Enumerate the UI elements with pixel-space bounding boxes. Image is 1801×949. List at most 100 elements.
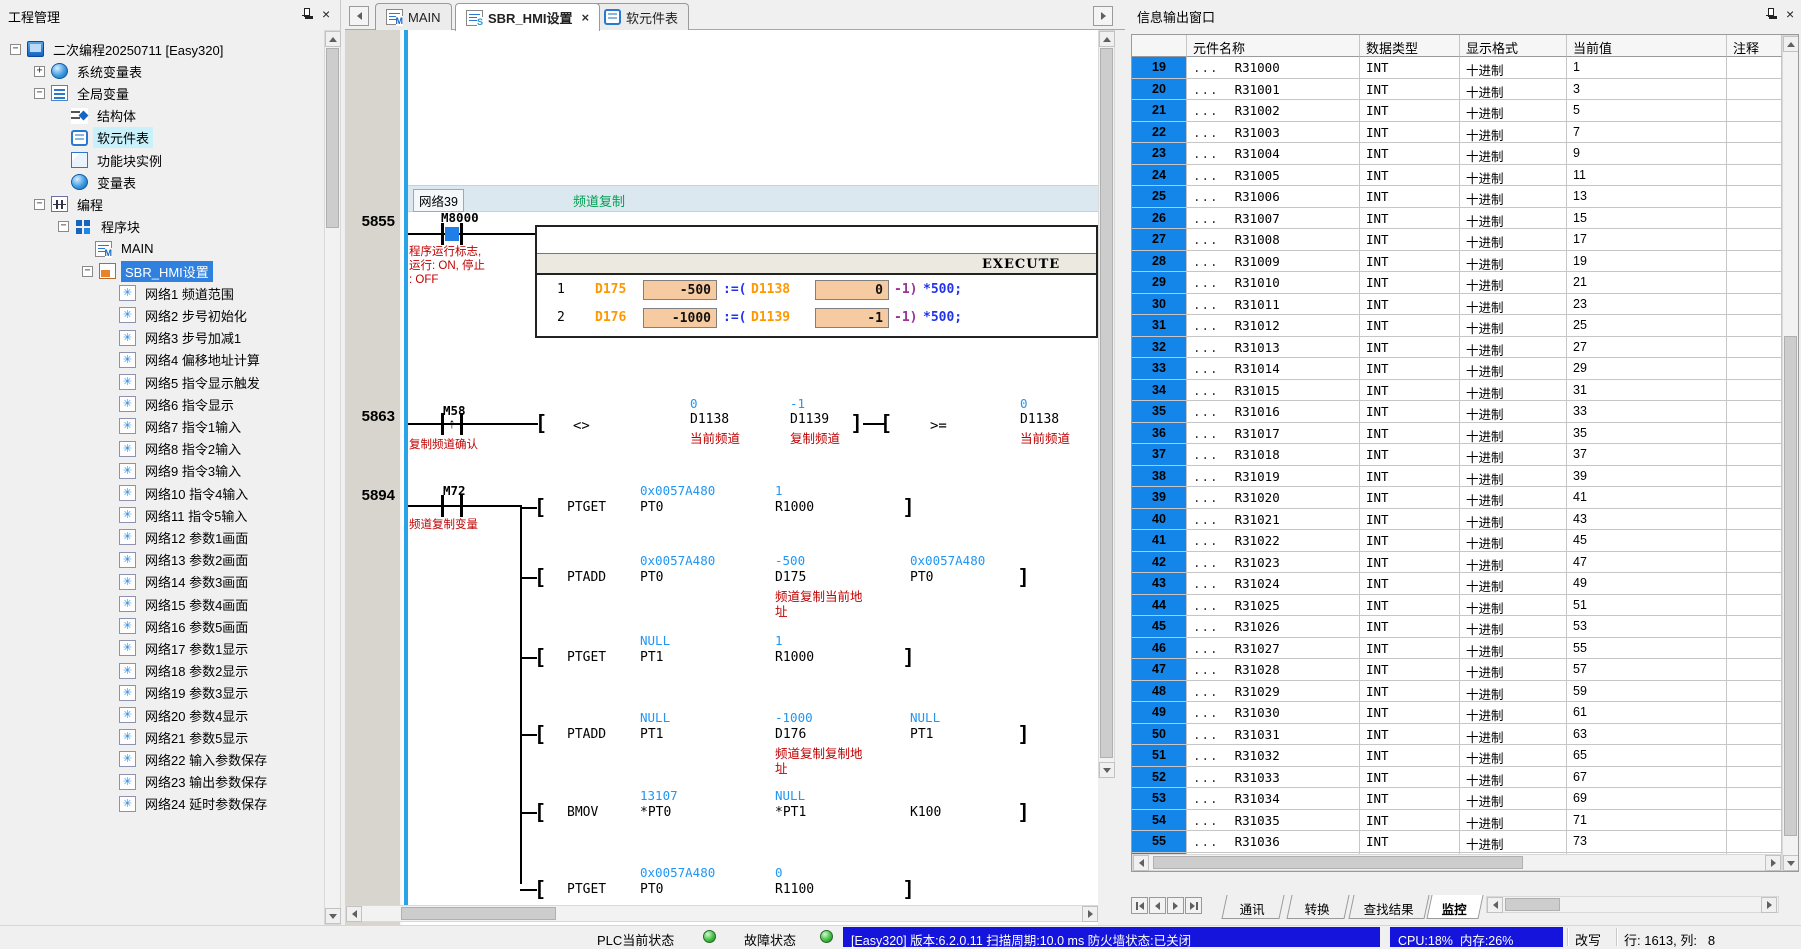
table-row[interactable]: 51...R31032INT十进制65 — [1132, 745, 1782, 767]
tree-item-29[interactable]: ✳网络19 参数3显示 — [0, 682, 324, 704]
table-row[interactable]: 19...R31000INT十进制1 — [1132, 57, 1782, 79]
tree-item-11[interactable]: ✳网络1 频道范围 — [0, 282, 324, 304]
arg-operand[interactable]: PT0 — [640, 570, 663, 585]
table-row[interactable]: 31...R31012INT十进制25 — [1132, 315, 1782, 337]
tree-item-6[interactable]: 变量表 — [0, 171, 324, 193]
tree-item-9[interactable]: MAIN — [0, 238, 324, 260]
scrollbar-thumb[interactable] — [1100, 48, 1113, 758]
scrollbar-thumb[interactable] — [326, 48, 339, 228]
tree-item-17[interactable]: ✳网络7 指令1输入 — [0, 415, 324, 437]
compare-b-operand[interactable]: D1139 — [790, 412, 829, 427]
tree-item-32[interactable]: ✳网络22 输入参数保存 — [0, 748, 324, 770]
arg-operand[interactable]: R1000 — [775, 650, 814, 665]
table-row[interactable]: 42...R31023INT十进制47 — [1132, 552, 1782, 574]
ellipsis-icon[interactable]: ... — [1193, 619, 1219, 634]
scroll-left-button[interactable] — [346, 906, 362, 922]
table-row[interactable]: 36...R31017INT十进制35 — [1132, 423, 1782, 445]
tree-expander[interactable]: − — [10, 44, 21, 55]
table-row[interactable]: 48...R31029INT十进制59 — [1132, 681, 1782, 703]
contact-m58[interactable]: ↑ — [441, 413, 463, 435]
tree-item-22[interactable]: ✳网络12 参数1画面 — [0, 526, 324, 548]
table-row[interactable]: 43...R31024INT十进制49 — [1132, 573, 1782, 595]
table-vertical-scrollbar[interactable] — [1782, 35, 1799, 871]
arg-operand[interactable]: PT1 — [640, 727, 663, 742]
arg-operand[interactable]: *PT0 — [640, 805, 671, 820]
table-row[interactable]: 25...R31006INT十进制13 — [1132, 186, 1782, 208]
ladder-editor[interactable]: 网络39 频道复制 585558635894M8000程序运行标志, 运行: O… — [345, 30, 1098, 925]
next-tab-button[interactable] — [1167, 897, 1184, 914]
ellipsis-icon[interactable]: ... — [1193, 103, 1219, 118]
ellipsis-icon[interactable]: ... — [1193, 318, 1219, 333]
table-row[interactable]: 35...R31016INT十进制33 — [1132, 401, 1782, 423]
table-row[interactable]: 46...R31027INT十进制55 — [1132, 638, 1782, 660]
table-row[interactable]: 39...R31020INT十进制41 — [1132, 487, 1782, 509]
network-header[interactable]: 网络39 频道复制 — [408, 185, 1098, 212]
column-header-显示格式[interactable]: 显示格式 — [1460, 35, 1567, 57]
scrollbar-thumb[interactable] — [1784, 336, 1797, 836]
table-row[interactable]: 50...R31031INT十进制63 — [1132, 724, 1782, 746]
table-row[interactable]: 27...R31008INT十进制17 — [1132, 229, 1782, 251]
ellipsis-icon[interactable]: ... — [1193, 232, 1219, 247]
ellipsis-icon[interactable]: ... — [1193, 641, 1219, 656]
scrollbar-thumb[interactable] — [1153, 856, 1523, 869]
tree-item-19[interactable]: ✳网络9 指令3输入 — [0, 460, 324, 482]
ellipsis-icon[interactable]: ... — [1193, 598, 1219, 613]
ellipsis-icon[interactable]: ... — [1193, 60, 1219, 75]
tree-item-23[interactable]: ✳网络13 参数2画面 — [0, 549, 324, 571]
ellipsis-icon[interactable]: ... — [1193, 146, 1219, 161]
tree-expander[interactable]: + — [34, 66, 45, 77]
ellipsis-icon[interactable]: ... — [1193, 275, 1219, 290]
ellipsis-icon[interactable]: ... — [1193, 705, 1219, 720]
arg-operand[interactable]: R1100 — [775, 882, 814, 897]
tree-expander[interactable]: − — [82, 266, 93, 277]
ellipsis-icon[interactable]: ... — [1193, 770, 1219, 785]
table-row[interactable]: 28...R31009INT十进制19 — [1132, 251, 1782, 273]
close-icon[interactable]: × — [1786, 8, 1794, 20]
ellipsis-icon[interactable]: ... — [1193, 662, 1219, 677]
table-row[interactable]: 20...R31001INT十进制3 — [1132, 79, 1782, 101]
contact-m72[interactable] — [441, 495, 463, 517]
tree-item-24[interactable]: ✳网络14 参数3画面 — [0, 571, 324, 593]
tree-item-25[interactable]: ✳网络15 参数4画面 — [0, 593, 324, 615]
table-row[interactable]: 37...R31018INT十进制37 — [1132, 444, 1782, 466]
ellipsis-icon[interactable]: ... — [1193, 361, 1219, 376]
tree-item-3[interactable]: 结构体 — [0, 105, 324, 127]
tree-item-27[interactable]: ✳网络17 参数1显示 — [0, 637, 324, 659]
ellipsis-icon[interactable]: ... — [1193, 813, 1219, 828]
ellipsis-icon[interactable]: ... — [1193, 340, 1219, 355]
table-row[interactable]: 21...R31002INT十进制5 — [1132, 100, 1782, 122]
ellipsis-icon[interactable]: ... — [1193, 512, 1219, 527]
tree-item-1[interactable]: +系统变量表 — [0, 60, 324, 82]
table-row[interactable]: 32...R31013INT十进制27 — [1132, 337, 1782, 359]
ellipsis-icon[interactable]: ... — [1193, 383, 1219, 398]
table-row[interactable]: 26...R31007INT十进制15 — [1132, 208, 1782, 230]
tree-item-12[interactable]: ✳网络2 步号初始化 — [0, 304, 324, 326]
table-row[interactable]: 24...R31005INT十进制11 — [1132, 165, 1782, 187]
output-tab-转换[interactable]: 转换 — [1286, 895, 1349, 919]
tree-item-10[interactable]: −SBR_HMI设置 — [0, 260, 324, 282]
scrollbar-thumb[interactable] — [401, 907, 556, 920]
output-tab-查找结果[interactable]: 查找结果 — [1348, 895, 1429, 919]
column-header-注释[interactable]: 注释 — [1727, 35, 1782, 57]
ellipsis-icon[interactable]: ... — [1193, 576, 1219, 591]
tabs-scroll-right-button[interactable] — [1093, 6, 1113, 26]
tree-expander[interactable]: − — [34, 199, 45, 210]
ellipsis-icon[interactable]: ... — [1193, 834, 1219, 849]
tree-item-8[interactable]: −程序块 — [0, 216, 324, 238]
scroll-down-button[interactable] — [1099, 762, 1115, 778]
tree-item-5[interactable]: 功能块实例 — [0, 149, 324, 171]
output-tab-通讯[interactable]: 通讯 — [1221, 895, 1284, 919]
table-row[interactable]: 34...R31015INT十进制31 — [1132, 380, 1782, 402]
arg-operand[interactable]: R1000 — [775, 500, 814, 515]
prev-tab-button[interactable] — [1149, 897, 1166, 914]
editor-horizontal-scrollbar[interactable] — [345, 905, 1098, 922]
ellipsis-icon[interactable]: ... — [1193, 555, 1219, 570]
tree-item-26[interactable]: ✳网络16 参数5画面 — [0, 615, 324, 637]
column-header-元件名称[interactable]: 元件名称 — [1187, 35, 1360, 57]
tree-item-14[interactable]: ✳网络4 偏移地址计算 — [0, 349, 324, 371]
tab-MAIN[interactable]: MAIN — [375, 3, 452, 30]
tree-item-4[interactable]: 软元件表 — [0, 127, 324, 149]
instruction-bmov[interactable]: BMOV — [567, 805, 598, 820]
first-tab-button[interactable] — [1131, 897, 1148, 914]
ellipsis-icon[interactable]: ... — [1193, 684, 1219, 699]
